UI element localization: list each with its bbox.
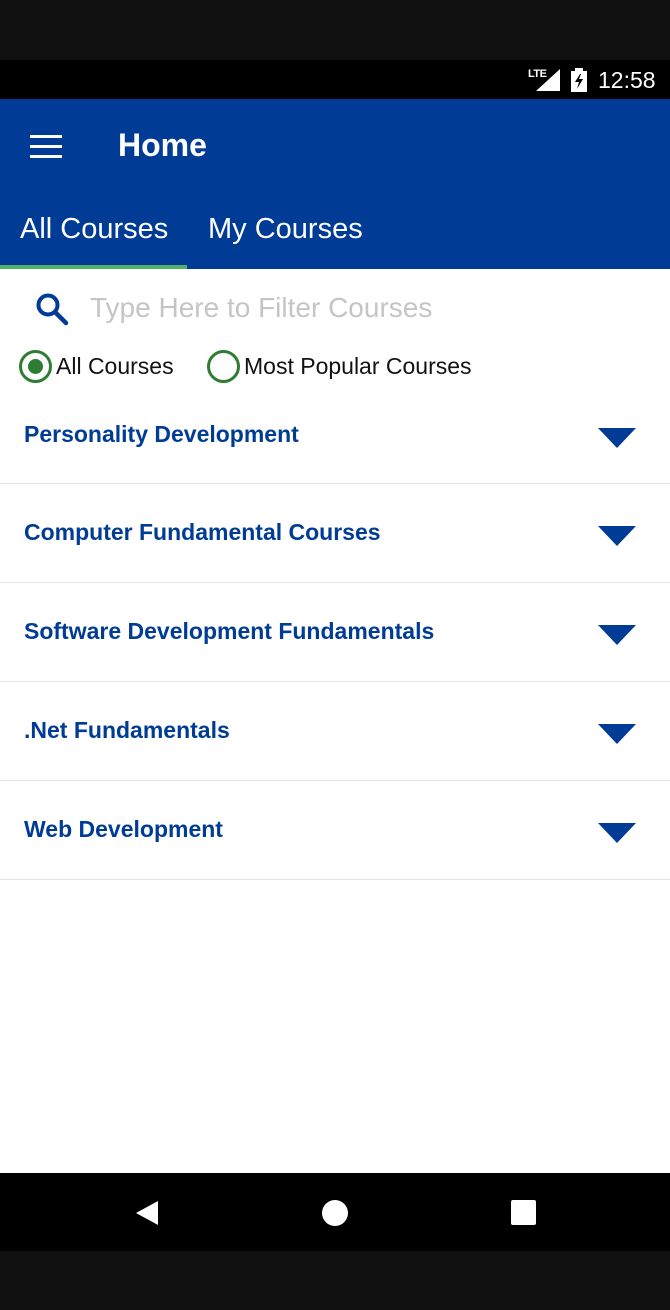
signal-icon: [536, 69, 560, 91]
system-navigation-bar: [0, 1173, 670, 1251]
expand-arrow-icon[interactable]: [598, 724, 636, 744]
course-category-title: .Net Fundamentals: [24, 717, 230, 743]
course-category-row[interactable]: Web Development: [0, 781, 670, 880]
course-filter-input[interactable]: [90, 287, 650, 329]
page-title: Home: [118, 127, 207, 163]
main-content: All Courses Most Popular Courses Persona…: [0, 269, 670, 1173]
radio-label: Most Popular Courses: [244, 353, 472, 379]
expand-arrow-icon[interactable]: [598, 428, 636, 448]
course-category-title: Software Development Fundamentals: [24, 618, 435, 644]
status-time: 12:58: [598, 67, 656, 93]
radio-unchecked-icon: [207, 350, 240, 383]
radio-label: All Courses: [56, 353, 174, 379]
radio-all-courses[interactable]: All Courses: [19, 349, 189, 385]
top-bezel: [0, 0, 670, 60]
tab-my-courses[interactable]: My Courses: [187, 199, 387, 269]
expand-arrow-icon[interactable]: [598, 823, 636, 843]
course-category-row[interactable]: Personality Development: [0, 386, 670, 484]
tab-label: All Courses: [20, 213, 169, 245]
battery-charging-icon: [571, 68, 587, 92]
back-icon[interactable]: [128, 1193, 168, 1233]
search-icon: [36, 293, 69, 326]
status-bar: LTE 12:58: [0, 60, 670, 99]
radio-checked-icon: [19, 350, 52, 383]
expand-arrow-icon[interactable]: [598, 526, 636, 546]
course-category-title: Personality Development: [24, 421, 299, 447]
radio-most-popular-courses[interactable]: Most Popular Courses: [207, 349, 487, 385]
course-category-list: Personality Development Computer Fundame…: [0, 386, 670, 880]
home-icon[interactable]: [315, 1193, 355, 1233]
course-category-row[interactable]: Computer Fundamental Courses: [0, 484, 670, 583]
tab-label: My Courses: [208, 213, 363, 245]
app-bar: Home All Courses My Courses: [0, 99, 670, 269]
expand-arrow-icon[interactable]: [598, 625, 636, 645]
course-category-title: Web Development: [24, 816, 223, 842]
tab-all-courses[interactable]: All Courses: [0, 199, 187, 269]
course-category-row[interactable]: Software Development Fundamentals: [0, 583, 670, 682]
course-category-title: Computer Fundamental Courses: [24, 519, 381, 545]
hamburger-menu-icon[interactable]: [22, 127, 70, 167]
recents-icon[interactable]: [504, 1193, 544, 1233]
course-category-row[interactable]: .Net Fundamentals: [0, 682, 670, 781]
bottom-bezel: [0, 1251, 670, 1310]
